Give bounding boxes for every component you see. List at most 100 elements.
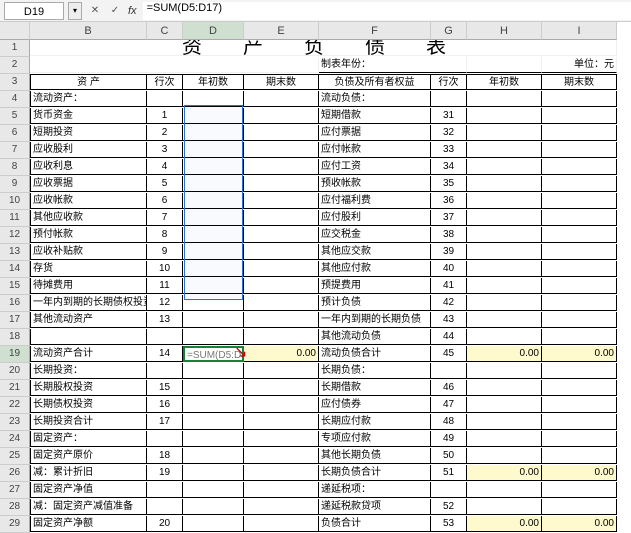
begin-value[interactable]	[467, 278, 542, 294]
row-seq[interactable]	[147, 431, 183, 447]
begin-value[interactable]	[467, 380, 542, 396]
end-value[interactable]: 0.00	[244, 346, 319, 362]
end-value[interactable]	[244, 380, 319, 396]
col-header[interactable]: C	[147, 22, 183, 40]
end-value[interactable]	[542, 193, 617, 209]
row-seq[interactable]	[431, 482, 467, 498]
end-value[interactable]: 0.00	[542, 516, 617, 532]
row-header[interactable]: 18	[0, 329, 30, 346]
begin-value[interactable]	[467, 142, 542, 158]
end-value[interactable]	[542, 159, 617, 175]
end-value[interactable]	[542, 329, 617, 345]
end-value[interactable]	[244, 278, 319, 294]
row-seq[interactable]: 34	[431, 159, 467, 175]
corner[interactable]	[0, 22, 30, 40]
begin-value[interactable]	[183, 397, 244, 413]
liab-name[interactable]: 专项应付款	[319, 431, 431, 447]
end-value[interactable]	[542, 414, 617, 430]
end-value[interactable]	[244, 91, 319, 107]
begin-value[interactable]	[183, 482, 244, 498]
liab-name[interactable]: 长期借款	[319, 380, 431, 396]
row-seq[interactable]: 17	[147, 414, 183, 430]
begin-value[interactable]	[183, 227, 244, 243]
row-header[interactable]: 20	[0, 363, 30, 380]
unit-label[interactable]: 单位：元	[542, 57, 617, 73]
row-header[interactable]: 4	[0, 91, 30, 108]
row-seq[interactable]: 6	[147, 193, 183, 209]
table-header[interactable]: 年初数	[467, 74, 542, 90]
begin-value[interactable]	[467, 312, 542, 328]
end-value[interactable]	[244, 431, 319, 447]
name-box[interactable]: D19	[4, 2, 64, 20]
asset-name[interactable]: 货币资金	[30, 108, 147, 124]
liab-name[interactable]: 一年内到期的长期负债	[319, 312, 431, 328]
fx-icon[interactable]: fx	[128, 5, 137, 17]
begin-value[interactable]	[183, 210, 244, 226]
end-value[interactable]	[542, 244, 617, 260]
row-seq[interactable]: 53	[431, 516, 467, 532]
asset-name[interactable]: 预付帐款	[30, 227, 147, 243]
row-seq[interactable]: 31	[431, 108, 467, 124]
row-seq[interactable]: 3	[147, 142, 183, 158]
liab-name[interactable]: 其他流动负债	[319, 329, 431, 345]
end-value[interactable]	[244, 312, 319, 328]
end-value[interactable]	[244, 125, 319, 141]
row-header[interactable]: 25	[0, 448, 30, 465]
begin-value[interactable]	[467, 108, 542, 124]
row-header[interactable]: 1	[0, 40, 30, 57]
row-seq[interactable]: 38	[431, 227, 467, 243]
row-seq[interactable]: 36	[431, 193, 467, 209]
table-header[interactable]: 期末数	[542, 74, 617, 90]
begin-value[interactable]	[183, 125, 244, 141]
row-seq[interactable]: 19	[147, 465, 183, 481]
table-header[interactable]: 行次	[431, 74, 467, 90]
row-seq[interactable]	[147, 482, 183, 498]
row-header[interactable]: 19	[0, 346, 30, 363]
row-seq[interactable]: 35	[431, 176, 467, 192]
row-seq[interactable]: 43	[431, 312, 467, 328]
col-header[interactable]: G	[431, 22, 467, 40]
begin-value[interactable]	[183, 91, 244, 107]
row-seq[interactable]: 41	[431, 278, 467, 294]
row-seq[interactable]: 50	[431, 448, 467, 464]
row-seq[interactable]: 39	[431, 244, 467, 260]
end-value[interactable]	[542, 142, 617, 158]
end-value[interactable]	[244, 516, 319, 532]
row-seq[interactable]: 2	[147, 125, 183, 141]
period-label[interactable]: 制表年份：	[319, 57, 467, 73]
cancel-formula-icon[interactable]: ✕	[88, 4, 102, 18]
row-seq[interactable]: 15	[147, 380, 183, 396]
begin-value[interactable]	[467, 244, 542, 260]
asset-name[interactable]: 应收股利	[30, 142, 147, 158]
end-value[interactable]	[542, 312, 617, 328]
begin-value[interactable]	[467, 210, 542, 226]
asset-name[interactable]: 长期投资合计	[30, 414, 147, 430]
row-seq[interactable]: 42	[431, 295, 467, 311]
begin-value[interactable]	[183, 499, 244, 515]
row-header[interactable]: 23	[0, 414, 30, 431]
begin-value[interactable]	[183, 295, 244, 311]
end-value[interactable]	[244, 159, 319, 175]
liab-name[interactable]: 流动负债：	[319, 91, 431, 107]
end-value[interactable]	[542, 431, 617, 447]
asset-name[interactable]: 其他流动资产	[30, 312, 147, 328]
col-header[interactable]: F	[319, 22, 431, 40]
row-header[interactable]: 24	[0, 431, 30, 448]
liab-name[interactable]: 应付债券	[319, 397, 431, 413]
begin-value[interactable]	[183, 312, 244, 328]
row-header[interactable]: 9	[0, 176, 30, 193]
begin-value[interactable]	[183, 448, 244, 464]
asset-name[interactable]: 应收利息	[30, 159, 147, 175]
begin-value[interactable]	[467, 91, 542, 107]
end-value[interactable]	[542, 380, 617, 396]
row-header[interactable]: 3	[0, 74, 30, 91]
begin-value[interactable]	[183, 244, 244, 260]
row-seq[interactable]: 11	[147, 278, 183, 294]
liab-name[interactable]: 应付票据	[319, 125, 431, 141]
end-value[interactable]	[542, 210, 617, 226]
row-seq[interactable]: 14	[147, 346, 183, 362]
asset-name[interactable]: 固定资产：	[30, 431, 147, 447]
row-seq[interactable]: 10	[147, 261, 183, 277]
end-value[interactable]	[244, 142, 319, 158]
liab-name[interactable]: 应付工资	[319, 159, 431, 175]
